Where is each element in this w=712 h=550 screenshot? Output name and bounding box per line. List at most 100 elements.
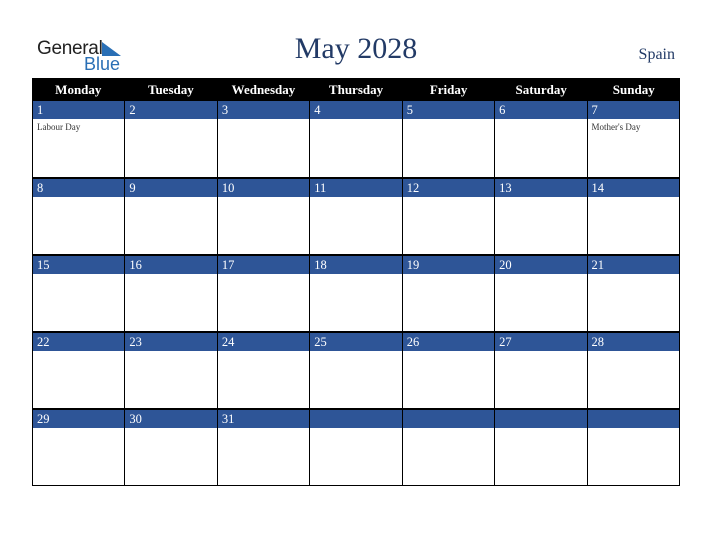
- day-cell: 17: [217, 255, 311, 331]
- day-number: 1: [33, 101, 125, 119]
- day-number: 9: [125, 178, 217, 197]
- day-number: 3: [217, 101, 310, 119]
- day-cell: [402, 409, 496, 485]
- day-cell: 26: [402, 332, 496, 408]
- day-number: 18: [310, 255, 402, 274]
- day-cell: 1 Labour Day: [33, 101, 126, 177]
- holiday-label: [218, 351, 309, 354]
- holiday-label: [588, 197, 679, 200]
- day-cell: 9: [125, 178, 218, 254]
- day-number: 11: [310, 178, 402, 197]
- country-label: Spain: [638, 46, 675, 63]
- weekday-thursday: Thursday: [328, 82, 384, 97]
- day-cell: 22: [33, 332, 126, 408]
- day-number: 27: [495, 332, 587, 351]
- day-number: 8: [33, 178, 125, 197]
- day-cell: [587, 409, 680, 485]
- holiday-label: [310, 119, 401, 122]
- day-number: 25: [310, 332, 402, 351]
- day-number: 15: [33, 255, 125, 274]
- day-number: 19: [402, 255, 495, 274]
- day-cell: 18: [310, 255, 403, 331]
- day-number: 30: [125, 409, 217, 428]
- holiday-label: [310, 197, 401, 200]
- day-cell: 25: [310, 332, 403, 408]
- week-row: 8 9 10 11 12 13 14: [32, 178, 680, 255]
- holiday-label: [588, 351, 679, 354]
- calendar-grid: Monday Tuesday Wednesday Thursday Friday…: [32, 78, 680, 486]
- day-number: [587, 409, 679, 428]
- day-number: 5: [402, 101, 495, 119]
- week-row: 29 30 31: [32, 409, 680, 486]
- day-cell: 29: [33, 409, 126, 485]
- holiday-label: [495, 428, 586, 431]
- holiday-label: [495, 197, 586, 200]
- day-number: 2: [125, 101, 217, 119]
- day-cell: 28: [587, 332, 680, 408]
- day-cell: 16: [125, 255, 218, 331]
- holiday-label: [588, 428, 679, 431]
- holiday-label: [125, 119, 216, 122]
- week-row: 15 16 17 18 19 20 21: [32, 255, 680, 332]
- week-row: 22 23 24 25 26 27 28: [32, 332, 680, 409]
- day-number: 29: [33, 409, 125, 428]
- holiday-label: [33, 428, 124, 431]
- holiday-label: [495, 274, 586, 277]
- holiday-label: [218, 119, 309, 122]
- weekday-friday: Friday: [429, 82, 468, 97]
- holiday-label: [218, 428, 309, 431]
- holiday-label: [588, 274, 679, 277]
- holiday-label: [33, 274, 124, 277]
- holiday-label: [310, 428, 401, 431]
- holiday-label: [125, 274, 216, 277]
- day-number: [495, 409, 587, 428]
- day-number: 20: [495, 255, 587, 274]
- day-number: 23: [125, 332, 217, 351]
- day-cell: 14: [587, 178, 680, 254]
- day-number: 6: [495, 101, 587, 119]
- day-number: [402, 409, 495, 428]
- holiday-label: Labour Day: [37, 122, 81, 132]
- day-number: 13: [495, 178, 587, 197]
- holiday-label: [310, 351, 401, 354]
- day-cell: 6: [495, 101, 588, 177]
- holiday-label: Mother's Day: [591, 122, 641, 132]
- day-cell: 19: [402, 255, 496, 331]
- holiday-label: [495, 119, 586, 122]
- weekday-tuesday: Tuesday: [147, 82, 194, 97]
- day-cell: 15: [33, 255, 126, 331]
- day-number: 7: [587, 101, 679, 119]
- day-cell: 11: [310, 178, 403, 254]
- day-cell: 13: [495, 178, 588, 254]
- holiday-label: [403, 428, 494, 431]
- day-number: [310, 409, 402, 428]
- day-cell: 24: [217, 332, 311, 408]
- holiday-label: [33, 197, 124, 200]
- day-cell: 27: [495, 332, 588, 408]
- holiday-label: [403, 274, 494, 277]
- day-number: 17: [217, 255, 310, 274]
- day-cell: 31: [217, 409, 311, 485]
- day-cell: 30: [125, 409, 218, 485]
- week-row: 1 Labour Day 2 3 4 5 6 7 Mother's Day: [32, 101, 680, 178]
- holiday-label: [218, 197, 309, 200]
- weekday-wednesday: Wednesday: [231, 82, 296, 97]
- day-number: 31: [217, 409, 310, 428]
- day-cell: 21: [587, 255, 680, 331]
- day-number: 12: [402, 178, 495, 197]
- day-cell: [310, 409, 403, 485]
- day-cell: 7 Mother's Day: [587, 101, 680, 177]
- day-cell: 20: [495, 255, 588, 331]
- day-cell: 8: [33, 178, 126, 254]
- day-number: 26: [402, 332, 495, 351]
- day-cell: 2: [125, 101, 218, 177]
- day-number: 16: [125, 255, 217, 274]
- holiday-label: [495, 351, 586, 354]
- holiday-label: [403, 119, 494, 122]
- weekday-sunday: Sunday: [612, 82, 655, 97]
- day-cell: 23: [125, 332, 218, 408]
- day-number: 24: [217, 332, 310, 351]
- day-number: 10: [217, 178, 310, 197]
- holiday-label: [125, 351, 216, 354]
- holiday-label: [125, 197, 216, 200]
